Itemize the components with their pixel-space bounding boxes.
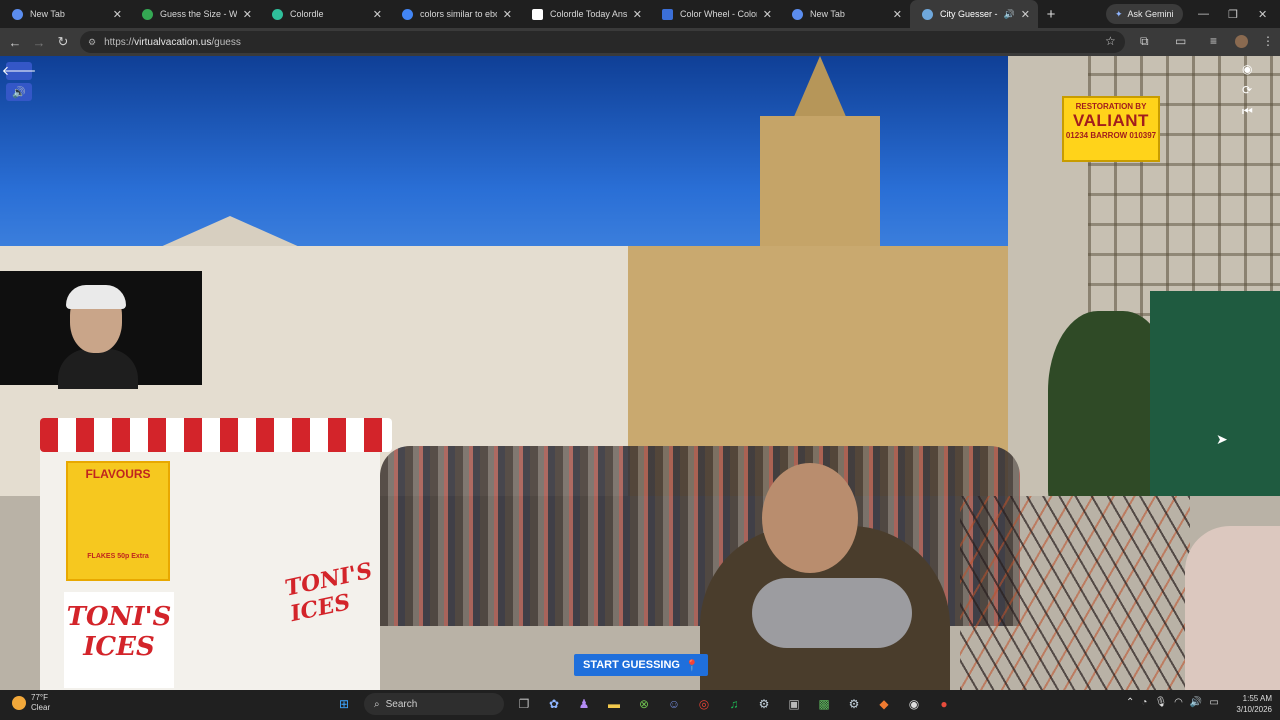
sparkle-icon: ✦: [1115, 8, 1123, 19]
steam-2-icon[interactable]: ⚙: [844, 694, 864, 714]
taskbar-search[interactable]: ⌕ Search: [364, 693, 504, 715]
maximize-icon[interactable]: ❐: [1228, 0, 1238, 28]
flavours-panel: FLAVOURS FLAKES 50p Extra: [66, 461, 170, 581]
cast-icon[interactable]: ▭: [1175, 34, 1186, 48]
tab-strip: New Tab ✕ Guess the Size - Worldl ✕ Colo…: [0, 0, 1280, 28]
teams-icon[interactable]: ♟: [574, 694, 594, 714]
address-bar[interactable]: ⚙ https://virtualvacation.us/guess: [80, 31, 1125, 53]
tab-colordle[interactable]: Colordle ✕: [260, 0, 390, 28]
new-tab-button[interactable]: +: [1038, 6, 1064, 23]
steam-icon[interactable]: ⚙: [754, 694, 774, 714]
record-icon[interactable]: ●: [934, 694, 954, 714]
close-icon[interactable]: ✕: [893, 8, 902, 21]
parked-bicycles: [960, 496, 1190, 690]
start-guessing-button[interactable]: START GUESSING 📍: [574, 654, 708, 676]
close-icon[interactable]: ✕: [113, 8, 122, 21]
webcam-person-body: [58, 349, 138, 389]
cart-awning: [40, 418, 392, 452]
map-pin-icon: 📍: [684, 659, 699, 672]
webcam-overlay: [0, 271, 202, 389]
system-tray: ⌃ ◔ 🎙 ◠ 🔊 ▭: [1126, 697, 1219, 708]
close-icon[interactable]: ✕: [763, 8, 772, 21]
start-icon[interactable]: ⊞: [334, 694, 354, 714]
file-explorer-icon[interactable]: ▬: [604, 694, 624, 714]
reload-icon[interactable]: ↻: [51, 34, 75, 50]
bookmark-star-icon[interactable]: ☆: [1105, 34, 1116, 48]
refresh-icon[interactable]: ⟳: [1242, 83, 1252, 97]
back-icon[interactable]: ←: [3, 35, 27, 50]
taskbar-clock[interactable]: 1:55 AM 3/10/2026: [1228, 693, 1272, 715]
chevron-up-icon[interactable]: ⌃: [1126, 697, 1134, 708]
globe-icon: [142, 8, 153, 20]
speaker-icon: 🔊: [12, 86, 26, 99]
media-control-icon[interactable]: ≡: [1210, 34, 1217, 48]
chrome-icon: [12, 8, 23, 20]
wifi-icon[interactable]: ◠: [1174, 697, 1183, 708]
man-head: [762, 463, 858, 573]
tab-color-wheel[interactable]: Color Wheel - Color Ca ✕: [650, 0, 780, 28]
close-icon[interactable]: ✕: [503, 8, 512, 21]
close-icon[interactable]: ✕: [373, 8, 382, 21]
profile-avatar[interactable]: [1235, 35, 1248, 48]
discord-icon[interactable]: ☺: [664, 694, 684, 714]
google-icon: [402, 8, 413, 20]
arrow-left-icon: 🡐: [1, 63, 37, 78]
overwolf-icon[interactable]: ◆: [874, 694, 894, 714]
weather-icon: [12, 696, 26, 710]
microphone-icon[interactable]: 🎙: [1154, 697, 1167, 708]
sound-button[interactable]: 🔊: [6, 83, 32, 101]
compass-icon[interactable]: ◉: [1242, 62, 1252, 76]
weather-widget[interactable]: 77°F Clear: [12, 693, 50, 713]
close-icon[interactable]: ✕: [1021, 8, 1030, 21]
volume-icon[interactable]: 🔊: [1190, 697, 1202, 708]
copilot-icon[interactable]: ✿: [544, 694, 564, 714]
person-right-edge: [1185, 526, 1280, 690]
taskbar-apps: ⊞ ⌕ Search ❐ ✿ ♟ ▬ ⊗ ☺ ◎ ♫ ⚙ ▣ ▩ ⚙ ◆ ◉ ●: [334, 693, 954, 715]
restart-icon[interactable]: ⏮: [1242, 104, 1253, 119]
close-window-icon[interactable]: ✕: [1258, 0, 1267, 28]
colordle-icon: [272, 8, 283, 20]
tonis-ices-logo: TONI'S ICES: [64, 592, 174, 688]
minimize-icon[interactable]: —: [1198, 0, 1209, 28]
menu-icon[interactable]: ⋮: [1262, 34, 1274, 48]
chrome-taskbar-icon[interactable]: ◎: [694, 694, 714, 714]
extensions-icon[interactable]: ⧉: [1140, 34, 1149, 49]
ask-gemini-button[interactable]: ✦ Ask Gemini: [1106, 4, 1183, 24]
tab-new-tab-2[interactable]: New Tab ✕: [780, 0, 910, 28]
obs-icon[interactable]: ◉: [904, 694, 924, 714]
tab-new-tab-1[interactable]: New Tab ✕: [0, 0, 130, 28]
app-icon[interactable]: ▣: [784, 694, 804, 714]
tab-city-guesser[interactable]: City Guesser - Can 🔊 ✕: [910, 0, 1038, 28]
tab-colordle-answer[interactable]: Colordle Today Answe ✕: [520, 0, 650, 28]
close-icon[interactable]: ✕: [633, 8, 642, 21]
forward-icon[interactable]: →: [27, 35, 51, 50]
tab-colors-similar[interactable]: colors similar to ebony ✕: [390, 0, 520, 28]
mouse-cursor: ➤: [1216, 431, 1228, 447]
battery-icon[interactable]: ▭: [1209, 697, 1218, 708]
chrome-icon: [792, 8, 803, 20]
headphones: [66, 285, 126, 309]
search-icon: ⌕: [374, 698, 380, 710]
minecraft-icon[interactable]: ▩: [814, 694, 834, 714]
page-icon: [532, 8, 543, 20]
back-arrow-button[interactable]: 🡐: [2, 62, 36, 80]
grey-hood: [752, 578, 912, 648]
speaker-icon[interactable]: 🔊: [1004, 9, 1015, 20]
globe-icon: [922, 8, 933, 20]
task-view-icon[interactable]: ❐: [514, 694, 534, 714]
network-tray-icon[interactable]: ◔: [1141, 697, 1147, 708]
xbox-icon[interactable]: ⊗: [634, 694, 654, 714]
street-view-panorama[interactable]: RESTORATION BY VALIANT 01234 BARROW 0103…: [0, 56, 1280, 690]
spotify-icon[interactable]: ♫: [724, 694, 744, 714]
close-icon[interactable]: ✕: [243, 8, 252, 21]
tab-guess-the-size[interactable]: Guess the Size - Worldl ✕: [130, 0, 260, 28]
site-info-icon[interactable]: ⚙: [88, 37, 96, 48]
canva-icon: [662, 8, 673, 20]
valiant-sign: RESTORATION BY VALIANT 01234 BARROW 0103…: [1062, 96, 1160, 162]
